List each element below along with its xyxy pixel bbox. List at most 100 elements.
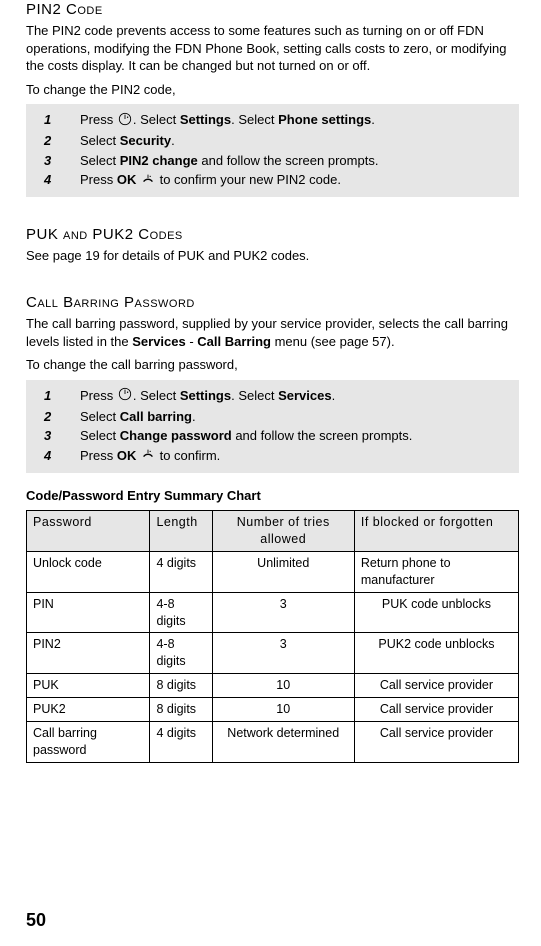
cell: Call barring password xyxy=(27,721,150,762)
arc-button-icon xyxy=(141,172,155,191)
text: Select xyxy=(80,133,120,148)
text: Select xyxy=(80,428,120,443)
table-row: PUK 8 digits 10 Call service provider xyxy=(27,674,519,698)
table-row: Unlock code 4 digits Unlimited Return ph… xyxy=(27,551,519,592)
table-row: PUK2 8 digits 10 Call service provider xyxy=(27,698,519,722)
bold-text: Call barring xyxy=(120,409,192,424)
pin2-lead: To change the PIN2 code, xyxy=(26,81,519,99)
cell: 3 xyxy=(212,633,354,674)
bold-text: OK xyxy=(117,172,137,187)
step-number: 4 xyxy=(32,447,62,465)
col-password: Password xyxy=(27,511,150,552)
cell: 4-8 digits xyxy=(150,633,212,674)
text: and follow the screen prompts. xyxy=(198,153,379,168)
cell: 10 xyxy=(212,674,354,698)
chart-heading: Code/Password Entry Summary Chart xyxy=(26,487,519,505)
text: . Select xyxy=(231,112,278,127)
pin2-step-3: 3 Select PIN2 change and follow the scre… xyxy=(32,151,513,171)
text: - xyxy=(186,334,198,349)
table-row: PIN 4-8 digits 3 PUK code unblocks xyxy=(27,592,519,633)
text: . xyxy=(371,112,375,127)
col-blocked: If blocked or forgotten xyxy=(354,511,518,552)
text: Press xyxy=(80,388,117,403)
pin2-intro: The PIN2 code prevents access to some fe… xyxy=(26,22,519,75)
cell: PUK2 code unblocks xyxy=(354,633,518,674)
text: . xyxy=(192,409,196,424)
text: Select xyxy=(80,409,120,424)
table-header-row: Password Length Number of tries allowed … xyxy=(27,511,519,552)
pin2-step-4: 4 Press OK to confirm your new PIN2 code… xyxy=(32,170,513,191)
bold-text: Phone settings xyxy=(278,112,371,127)
pin2-step-1: 1 Press . Select Settings. Select Phone … xyxy=(32,110,513,131)
bold-text: Change password xyxy=(120,428,232,443)
heading-pin2: PIN2 Code xyxy=(26,0,519,20)
callbar-steps-box: 1 Press . Select Settings. Select Servic… xyxy=(26,380,519,473)
summary-table: Password Length Number of tries allowed … xyxy=(26,510,519,763)
callbar-lead: To change the call barring password, xyxy=(26,356,519,374)
step-number: 3 xyxy=(32,152,62,170)
text: . Select xyxy=(231,388,278,403)
cell: 10 xyxy=(212,698,354,722)
step-text: Select PIN2 change and follow the screen… xyxy=(80,152,513,170)
bold-text: Settings xyxy=(180,388,231,403)
step-number: 3 xyxy=(32,427,62,445)
text: . xyxy=(332,388,336,403)
text xyxy=(136,448,140,463)
step-number: 2 xyxy=(32,408,62,426)
cell: 3 xyxy=(212,592,354,633)
cell: 4-8 digits xyxy=(150,592,212,633)
col-tries: Number of tries allowed xyxy=(212,511,354,552)
cell: Network determined xyxy=(212,721,354,762)
text: and follow the screen prompts. xyxy=(232,428,413,443)
circle-button-icon xyxy=(118,387,132,406)
table-row: Call barring password 4 digits Network d… xyxy=(27,721,519,762)
step-text: Select Change password and follow the sc… xyxy=(80,427,513,445)
text: to confirm your new PIN2 code. xyxy=(156,172,341,187)
cell: PIN2 xyxy=(27,633,150,674)
step-number: 2 xyxy=(32,132,62,150)
text: . Select xyxy=(133,112,180,127)
pin2-step-2: 2 Select Security. xyxy=(32,131,513,151)
step-text: Press OK to confirm. xyxy=(80,447,513,466)
cell: Return phone to manufacturer xyxy=(354,551,518,592)
cell: Call service provider xyxy=(354,698,518,722)
text: . Select xyxy=(133,388,180,403)
bold-text: Services xyxy=(278,388,332,403)
cell: Unlock code xyxy=(27,551,150,592)
text: Press xyxy=(80,172,117,187)
cell: 4 digits xyxy=(150,551,212,592)
step-text: Press OK to confirm your new PIN2 code. xyxy=(80,171,513,190)
text xyxy=(136,172,140,187)
circle-button-icon xyxy=(118,112,132,131)
cell: Call service provider xyxy=(354,674,518,698)
step-text: Select Call barring. xyxy=(80,408,513,426)
text: . xyxy=(171,133,175,148)
callbar-step-2: 2 Select Call barring. xyxy=(32,407,513,427)
heading-puk: PUK and PUK2 Codes xyxy=(26,225,519,245)
cell: PIN xyxy=(27,592,150,633)
bold-text: PIN2 change xyxy=(120,153,198,168)
cell: Unlimited xyxy=(212,551,354,592)
text: to confirm. xyxy=(156,448,220,463)
cell: 8 digits xyxy=(150,698,212,722)
callbar-step-3: 3 Select Change password and follow the … xyxy=(32,426,513,446)
callbar-step-1: 1 Press . Select Settings. Select Servic… xyxy=(32,386,513,407)
col-length: Length xyxy=(150,511,212,552)
step-number: 1 xyxy=(32,111,62,129)
cell: PUK code unblocks xyxy=(354,592,518,633)
cell: PUK xyxy=(27,674,150,698)
arc-button-icon xyxy=(141,447,155,466)
text: menu (see page 57). xyxy=(271,334,395,349)
callbar-intro: The call barring password, supplied by y… xyxy=(26,315,519,350)
step-text: Press . Select Settings. Select Services… xyxy=(80,387,513,406)
cell: Call service provider xyxy=(354,721,518,762)
callbar-step-4: 4 Press OK to confirm. xyxy=(32,446,513,467)
table-row: PIN2 4-8 digits 3 PUK2 code unblocks xyxy=(27,633,519,674)
step-text: Select Security. xyxy=(80,132,513,150)
heading-callbar: Call Barring Password xyxy=(26,293,519,313)
pin2-steps-box: 1 Press . Select Settings. Select Phone … xyxy=(26,104,519,197)
bold-text: Settings xyxy=(180,112,231,127)
bold-text: Services xyxy=(132,334,186,349)
puk-body: See page 19 for details of PUK and PUK2 … xyxy=(26,247,519,265)
step-number: 4 xyxy=(32,171,62,189)
